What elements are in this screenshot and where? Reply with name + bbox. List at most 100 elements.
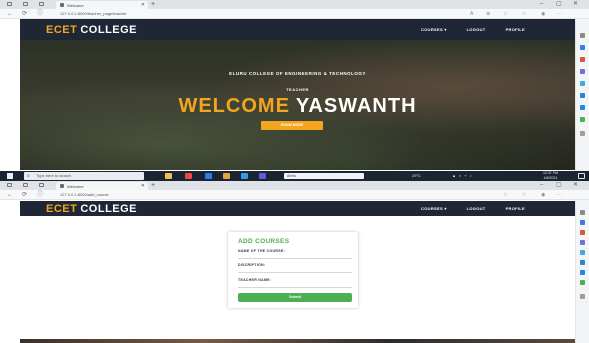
nav-logout[interactable]: LOGOUT [467, 206, 486, 211]
taskbar-alerts[interactable]: Alerts [284, 173, 364, 179]
file-explorer-icon[interactable] [165, 173, 172, 179]
tools-icon[interactable] [580, 240, 585, 245]
favorites-icon[interactable]: ☆ [503, 191, 507, 199]
notifications-icon[interactable] [578, 173, 585, 179]
taskbar-search[interactable]: ⌕ Type here to search [24, 172, 144, 180]
tab-title: Welcome [67, 2, 84, 8]
drop-icon[interactable] [580, 117, 585, 122]
taskbar-search-placeholder: Type here to search [36, 173, 72, 178]
zoom-icon[interactable]: ⊕ [486, 10, 490, 18]
url-field[interactable]: 127.0.0.1:8000/add_course [60, 192, 480, 198]
hero-college-name: ELURU COLLEGE OF ENGINEERING & TECHNOLOG… [229, 71, 366, 76]
add-course-form: ADD COURSES NAME OF THE COURSE: DISCRIPT… [228, 232, 358, 308]
description-input[interactable] [238, 268, 352, 273]
back-icon[interactable]: ← [7, 191, 13, 199]
course-name-input[interactable] [238, 254, 352, 259]
outlook-icon[interactable] [580, 105, 585, 110]
nav-logout[interactable]: LOGOUT [467, 27, 486, 32]
refresh-icon[interactable]: ⟳ [22, 191, 27, 199]
drop-icon[interactable] [580, 280, 585, 285]
submit-button[interactable]: Submit [238, 293, 352, 302]
minimize-icon[interactable]: – [540, 0, 543, 9]
nav-courses-dropdown[interactable]: COURSES ▾ [421, 206, 447, 211]
nav-links: COURSES ▾ LOGOUT PROFILE [421, 27, 525, 32]
know-more-button[interactable]: KNOW MORE [261, 121, 323, 130]
tab-title: Welcome [67, 183, 84, 189]
nav-profile[interactable]: PROFILE [506, 206, 525, 211]
close-window-icon[interactable]: ✕ [573, 0, 578, 9]
new-tab-icon[interactable]: + [151, 181, 155, 190]
address-bar-row: ← ⟳ ⓘ 127.0.0.1:8000/add_course ☆ ☆ ◉ ⋯ [0, 190, 589, 200]
new-tab-icon[interactable]: + [151, 0, 155, 9]
profile-icon[interactable] [7, 183, 12, 187]
brand-logo[interactable]: ECET COLLEGE [46, 203, 137, 215]
brand-word-ecet: ECET [46, 23, 78, 36]
folder-icon[interactable] [223, 173, 230, 179]
profile-icon[interactable] [7, 2, 12, 6]
games-icon[interactable] [580, 81, 585, 86]
browser-tab[interactable]: Welcome ✕ [56, 1, 148, 9]
course-name-label: NAME OF THE COURSE: [238, 249, 285, 253]
teacher-name-input[interactable] [238, 283, 352, 288]
maximize-icon[interactable]: ▢ [556, 0, 562, 9]
browser-tab[interactable]: Welcome ✕ [56, 182, 148, 190]
search-icon[interactable] [580, 210, 585, 215]
vscode-icon[interactable] [241, 173, 248, 179]
favorites-icon[interactable]: ☆ [503, 10, 507, 18]
collections-icon[interactable]: ☆ [522, 191, 526, 199]
taskbar-clock[interactable]: 12:37 PM 4/6/2024 [543, 171, 558, 181]
info-icon[interactable]: ⓘ [37, 10, 43, 18]
browser-tabbar: Welcome ✕ + – ▢ ✕ [0, 181, 589, 190]
games-icon[interactable] [580, 250, 585, 255]
form-title: ADD COURSES [238, 238, 290, 245]
tools-icon[interactable] [580, 69, 585, 74]
back-icon[interactable]: ← [7, 10, 13, 18]
hero-role: TEACHER [286, 87, 309, 92]
close-tab-icon[interactable]: ✕ [141, 2, 145, 8]
chrome-icon[interactable] [185, 173, 192, 179]
office-icon[interactable] [580, 93, 585, 98]
shopping-icon[interactable] [580, 230, 585, 235]
maximize-icon[interactable]: ▢ [556, 181, 562, 190]
copilot-icon[interactable] [580, 45, 585, 50]
cropped-taskbar-strip [20, 339, 575, 343]
read-aloud-icon[interactable]: A [470, 10, 473, 18]
browser-tabbar: Welcome ✕ + – ▢ ✕ [0, 0, 589, 9]
edge-icon[interactable] [205, 173, 212, 179]
url-field[interactable]: 127.0.0.1:8000/teacher_page/teacher [60, 11, 480, 17]
add-sidebar-app-icon[interactable] [580, 294, 585, 299]
search-icon[interactable] [580, 33, 585, 38]
shopping-icon[interactable] [580, 57, 585, 62]
tab-actions-icon[interactable] [39, 2, 44, 6]
welcome-word: WELCOME [178, 95, 290, 117]
tab-actions-icon[interactable] [39, 183, 44, 187]
close-window-icon[interactable]: ✕ [573, 181, 578, 190]
account-icon[interactable]: ◉ [541, 191, 545, 199]
brand-logo[interactable]: ECET COLLEGE [46, 24, 137, 36]
address-bar-row: ← ⟳ ⓘ 127.0.0.1:8000/teacher_page/teache… [0, 9, 589, 19]
copilot-icon[interactable] [580, 220, 585, 225]
info-icon[interactable]: ⓘ [37, 191, 43, 199]
add-sidebar-app-icon[interactable] [580, 131, 585, 136]
nav-links: COURSES ▾ LOGOUT PROFILE [421, 206, 525, 211]
nav-courses-dropdown[interactable]: COURSES ▾ [421, 27, 447, 32]
windows-start-icon[interactable] [7, 173, 13, 179]
workspaces-icon[interactable] [23, 183, 28, 187]
refresh-icon[interactable]: ⟳ [22, 10, 27, 18]
system-tray-icons[interactable]: ▲◐⌁♪ [452, 171, 475, 181]
minimize-icon[interactable]: – [540, 181, 543, 190]
brand-word-college: COLLEGE [80, 23, 138, 36]
account-icon[interactable]: ◉ [541, 10, 545, 18]
outlook-icon[interactable] [580, 270, 585, 275]
more-icon[interactable]: ⋯ [557, 191, 562, 199]
more-icon[interactable]: ⋯ [557, 10, 562, 18]
office-icon[interactable] [580, 260, 585, 265]
teams-icon[interactable] [259, 173, 266, 179]
description-label: DISCRIPTION: [238, 263, 266, 267]
site-navbar: ECET COLLEGE COURSES ▾ LOGOUT PROFILE [20, 201, 575, 216]
nav-profile[interactable]: PROFILE [506, 27, 525, 32]
close-tab-icon[interactable]: ✕ [141, 183, 145, 189]
workspaces-icon[interactable] [23, 2, 28, 6]
collections-icon[interactable]: ☆ [522, 10, 526, 18]
weather-temperature[interactable]: 29°C [412, 171, 421, 181]
